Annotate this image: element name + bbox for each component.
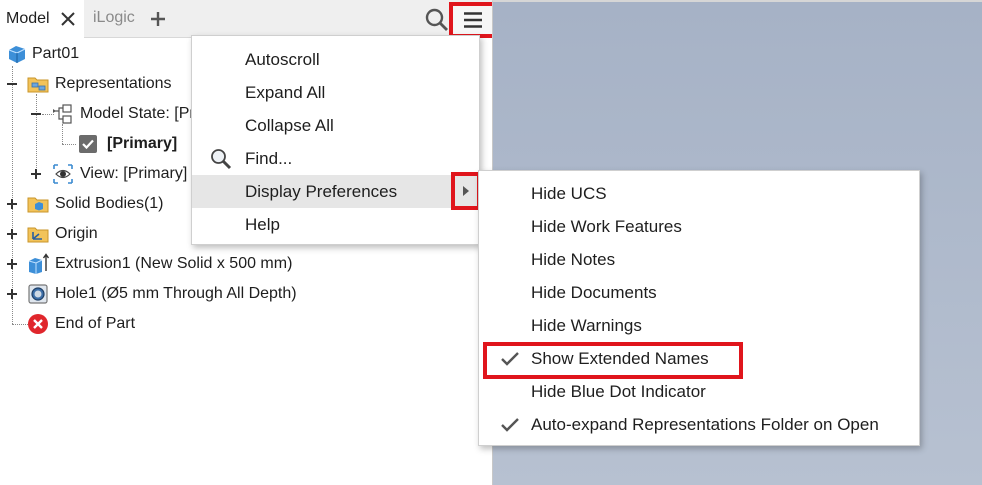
tree-label-primary: [Primary] — [107, 135, 178, 152]
tree-connector — [12, 66, 13, 324]
submenu-item-label: Hide Notes — [531, 250, 616, 269]
menu-item-collapse-all[interactable]: Collapse All — [192, 109, 479, 142]
checkbox-checked-icon — [79, 135, 97, 153]
browser-menu-button[interactable] — [449, 2, 496, 38]
menu-item-label: Help — [245, 214, 280, 234]
submenu-item-hide-warnings[interactable]: Hide Warnings — [479, 310, 919, 343]
checkmark-icon — [501, 352, 519, 366]
hamburger-menu-icon — [463, 12, 482, 28]
tree-label-solid-bodies: Solid Bodies(1) — [55, 195, 164, 212]
extrude-icon — [28, 253, 49, 274]
tree-node-part[interactable]: Part01 — [6, 40, 79, 68]
part-icon — [8, 46, 26, 63]
search-icon[interactable] — [424, 7, 450, 33]
model-state-icon — [53, 104, 72, 124]
tree-node-view[interactable]: View: [Primary] — [52, 160, 187, 188]
tree-node-solid-bodies[interactable]: Solid Bodies(1) — [27, 190, 164, 218]
submenu-item-hide-documents[interactable]: Hide Documents — [479, 277, 919, 310]
plus-icon[interactable] — [148, 9, 168, 29]
tree-label-origin: Origin — [55, 225, 98, 242]
expand-icon[interactable] — [6, 258, 18, 270]
tree-node-extrusion[interactable]: Extrusion1 (New Solid x 500 mm) — [27, 250, 292, 278]
menu-item-find[interactable]: Find... — [192, 142, 479, 175]
tab-ilogic[interactable]: iLogic — [93, 9, 135, 27]
menu-item-expand-all[interactable]: Expand All — [192, 76, 479, 109]
tree-label-hole: Hole1 (Ø5 mm Through All Depth) — [55, 285, 297, 302]
tree-node-origin[interactable]: Origin — [27, 220, 98, 248]
tree-connector — [36, 94, 37, 174]
submenu-item-label: Hide UCS — [531, 184, 607, 203]
menu-item-display-preferences[interactable]: Display Preferences — [192, 172, 481, 210]
submenu-arrow-button[interactable] — [451, 172, 481, 210]
display-preferences-submenu: Hide UCS Hide Work Features Hide Notes H… — [478, 170, 920, 446]
collapse-icon[interactable] — [30, 108, 42, 120]
representations-folder-icon — [27, 77, 49, 93]
submenu-item-label: Hide Blue Dot Indicator — [531, 382, 706, 401]
submenu-item-label: Auto-expand Representations Folder on Op… — [531, 415, 879, 434]
checkmark-icon — [501, 418, 519, 432]
expand-icon[interactable] — [30, 168, 42, 180]
tree-node-primary[interactable]: [Primary] — [77, 130, 177, 158]
menu-item-label: Display Preferences — [245, 181, 398, 201]
submenu-item-label: Hide Documents — [531, 283, 657, 302]
hole-icon — [28, 284, 48, 304]
submenu-item-hide-work-features[interactable]: Hide Work Features — [479, 211, 919, 244]
expand-icon[interactable] — [6, 228, 18, 240]
tree-label-representations: Representations — [55, 75, 172, 92]
submenu-item-hide-notes[interactable]: Hide Notes — [479, 244, 919, 277]
tree-label-part: Part01 — [32, 45, 80, 62]
menu-item-label: Expand All — [245, 82, 326, 102]
collapse-icon[interactable] — [6, 78, 18, 90]
tree-label-end-of-part: End of Part — [55, 315, 136, 332]
magnifier-icon — [211, 149, 232, 170]
view-eye-icon — [53, 164, 73, 184]
tree-connector — [12, 324, 28, 325]
end-of-part-icon — [28, 314, 48, 334]
submenu-item-show-extended-names[interactable]: Show Extended Names — [479, 343, 919, 376]
menu-item-help[interactable]: Help — [192, 208, 479, 241]
tree-label-extrusion: Extrusion1 (New Solid x 500 mm) — [55, 255, 293, 272]
menu-item-label: Autoscroll — [245, 49, 320, 69]
close-icon[interactable] — [58, 9, 78, 29]
browser-tab-bar: Model iLogic — [0, 0, 496, 38]
tree-node-representations[interactable]: Representations — [27, 70, 172, 98]
tree-node-end-of-part[interactable]: End of Part — [27, 310, 135, 338]
solid-bodies-folder-icon — [27, 197, 49, 213]
menu-item-autoscroll[interactable]: Autoscroll — [192, 43, 479, 76]
tree-connector — [62, 144, 76, 145]
submenu-item-hide-blue-dot-indicator[interactable]: Hide Blue Dot Indicator — [479, 376, 919, 409]
tree-label-view: View: [Primary] — [80, 165, 188, 182]
tree-label-model-state: Model State: [Pr — [80, 105, 195, 122]
submenu-item-auto-expand-representations[interactable]: Auto-expand Representations Folder on Op… — [479, 409, 919, 442]
submenu-item-label: Hide Work Features — [531, 217, 682, 236]
submenu-item-label: Hide Warnings — [531, 316, 642, 335]
tree-node-hole[interactable]: Hole1 (Ø5 mm Through All Depth) — [27, 280, 297, 308]
menu-item-label: Collapse All — [245, 115, 334, 135]
menu-item-label: Find... — [245, 148, 293, 168]
chevron-right-icon — [463, 186, 469, 196]
tree-node-model-state[interactable]: Model State: [Pr — [52, 100, 195, 128]
tab-model-label: Model — [6, 10, 50, 27]
expand-icon[interactable] — [6, 288, 18, 300]
submenu-item-hide-ucs[interactable]: Hide UCS — [479, 178, 919, 211]
expand-icon[interactable] — [6, 198, 18, 210]
origin-folder-icon — [27, 227, 49, 243]
browser-options-menu: Autoscroll Expand All Collapse All Find.… — [191, 35, 481, 245]
submenu-item-label: Show Extended Names — [531, 349, 709, 368]
